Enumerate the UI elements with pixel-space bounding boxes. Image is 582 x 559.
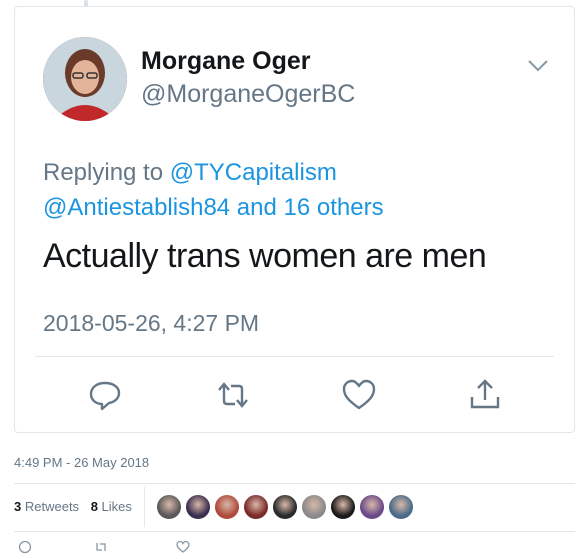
liker-avatar[interactable]: [156, 494, 182, 520]
others-link[interactable]: and 16 others: [230, 194, 384, 221]
liker-avatar[interactable]: [359, 494, 385, 520]
liker-avatar[interactable]: [301, 494, 327, 520]
liker-avatar[interactable]: [330, 494, 356, 520]
like-icon[interactable]: [341, 377, 377, 413]
engagement-stats: 3 Retweets 8 Likes: [14, 499, 132, 514]
reply-icon[interactable]: [87, 377, 123, 413]
user-handle[interactable]: @MorganeOgerBC: [141, 80, 355, 109]
liker-avatar[interactable]: [388, 494, 414, 520]
divider: [144, 487, 145, 527]
chevron-down-icon[interactable]: [527, 57, 549, 73]
tweet-text: Actually trans women are men: [43, 237, 487, 275]
avatar[interactable]: [43, 37, 127, 121]
embedded-tweet-card[interactable]: Morgane Oger @MorganeOgerBC Replying to …: [14, 6, 575, 433]
divider: [35, 356, 554, 357]
liker-avatar[interactable]: [185, 494, 211, 520]
retweets-stat[interactable]: 3 Retweets: [14, 499, 79, 514]
post-time[interactable]: 4:49 PM - 26 May 2018: [14, 455, 149, 470]
mention-link[interactable]: @Antiestablish84: [43, 194, 230, 221]
divider: [14, 531, 575, 532]
retweets-label: Retweets: [24, 499, 80, 514]
likes-label: Likes: [101, 499, 132, 514]
liker-avatar[interactable]: [243, 494, 269, 520]
liker-avatar[interactable]: [214, 494, 240, 520]
replying-to-continued: @Antiestablish84 and 16 others: [43, 194, 384, 222]
likes-count: 8: [90, 499, 98, 514]
display-name[interactable]: Morgane Oger: [141, 47, 310, 76]
tweet-timestamp[interactable]: 2018-05-26, 4:27 PM: [43, 310, 259, 337]
share-icon[interactable]: [467, 377, 503, 413]
mention-link[interactable]: @TYCapitalism: [170, 159, 337, 186]
replying-to: Replying to @TYCapitalism: [43, 159, 337, 187]
likes-stat[interactable]: 8 Likes: [91, 499, 132, 514]
retweet-icon[interactable]: [215, 377, 251, 413]
divider: [14, 483, 575, 484]
liker-avatar[interactable]: [272, 494, 298, 520]
retweets-count: 3: [14, 499, 22, 514]
replying-to-prefix: Replying to: [43, 159, 170, 186]
